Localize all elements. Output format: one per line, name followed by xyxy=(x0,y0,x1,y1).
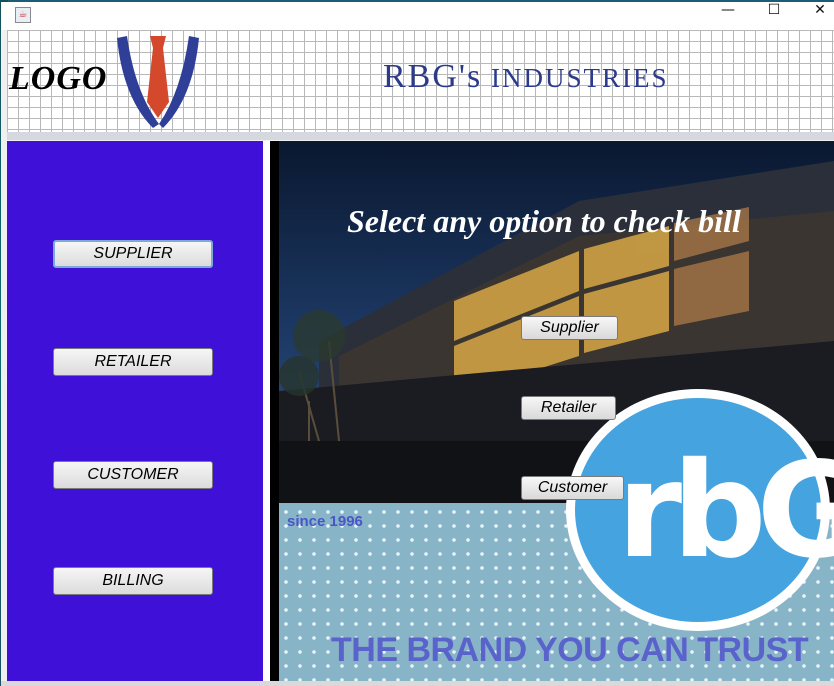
app-window: ☕ — ☐ ✕ LOGO RBG's INDUSTRIES SUPPLIER R… xyxy=(1,2,834,686)
customer-button[interactable]: CUSTOMER xyxy=(53,461,213,489)
close-button[interactable]: ✕ xyxy=(797,2,834,30)
java-app-icon: ☕ xyxy=(15,7,31,23)
minimize-button[interactable]: — xyxy=(705,2,751,30)
content-supplier-button[interactable]: Supplier xyxy=(521,316,618,340)
panel-divider xyxy=(263,141,270,686)
content-customer-button[interactable]: Customer xyxy=(521,476,624,500)
sidebar-panel: SUPPLIER RETAILER CUSTOMER BILLING xyxy=(7,141,263,686)
header-banner: LOGO RBG's INDUSTRIES xyxy=(7,30,834,132)
rbg-logo-text: rbG xyxy=(617,434,834,588)
brand-tagline: THE BRAND YOU CAN TRUST xyxy=(331,631,809,669)
header-separator xyxy=(7,132,834,140)
supplier-button[interactable]: SUPPLIER xyxy=(53,240,213,268)
page-heading: Select any option to check bill xyxy=(347,203,741,239)
tie-icon xyxy=(117,36,199,128)
panel-divider-dark xyxy=(270,141,279,686)
retailer-button[interactable]: RETAILER xyxy=(53,348,213,376)
since-label: since 1996 xyxy=(287,513,363,530)
rbg-logo: rbG xyxy=(566,389,834,631)
maximize-button[interactable]: ☐ xyxy=(751,2,797,30)
title-bar[interactable]: ☕ — ☐ ✕ xyxy=(1,2,834,30)
window-bottom-edge xyxy=(1,681,834,686)
company-name: RBG's INDUSTRIES xyxy=(383,58,669,96)
company-name-initial: RBG's xyxy=(383,58,483,95)
billing-button[interactable]: BILLING xyxy=(53,567,213,595)
logo-text: LOGO xyxy=(9,60,108,97)
content-panel: Select any option to check bill since 19… xyxy=(279,141,834,686)
content-retailer-button[interactable]: Retailer xyxy=(521,396,616,420)
company-name-rest: INDUSTRIES xyxy=(482,63,669,93)
